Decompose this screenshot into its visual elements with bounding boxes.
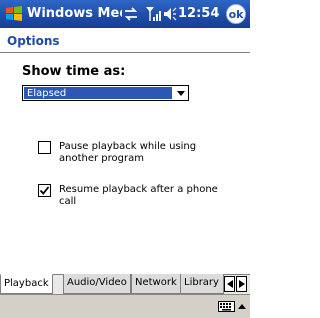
signal-icon[interactable] (145, 5, 161, 22)
app-title: Windows Medi (27, 6, 122, 21)
show-time-dropdown[interactable]: Elapsed (22, 85, 189, 101)
resume-playback-label: Resume playback after a phone call (59, 184, 218, 207)
title-bar: Windows Medi 12:54 ok (0, 0, 250, 28)
volume-icon[interactable] (163, 7, 177, 21)
tab-library[interactable]: Library (180, 274, 224, 294)
resume-playback-option[interactable]: Resume playback after a phone call (38, 184, 234, 208)
keyboard-icon[interactable] (218, 299, 235, 314)
show-time-selected-value[interactable]: Elapsed (24, 87, 172, 99)
tab-bar: Playback Audio/Video Network Library (0, 274, 250, 294)
page-title: Options (7, 34, 60, 48)
windows-logo-icon[interactable] (5, 5, 23, 23)
pause-playback-label: Pause playback while using another progr… (59, 141, 197, 164)
header-divider (0, 52, 250, 53)
ok-button[interactable]: ok (226, 4, 246, 24)
pause-playback-option[interactable]: Pause playback while using another progr… (38, 141, 234, 165)
chevron-up-icon[interactable] (237, 299, 247, 314)
tab-scroll-left-icon[interactable] (224, 276, 235, 292)
show-time-label: Show time as: (22, 64, 126, 79)
chevron-down-icon[interactable] (173, 86, 188, 100)
tab-audio-video[interactable]: Audio/Video (63, 274, 131, 294)
clock[interactable]: 12:54 (178, 6, 219, 21)
checkmark-icon (39, 186, 50, 195)
command-bar (0, 294, 250, 318)
tab-playback[interactable]: Playback (0, 274, 53, 294)
resume-playback-checkbox[interactable] (38, 184, 51, 197)
tab-scroll-right-icon[interactable] (236, 276, 247, 292)
tab-network[interactable]: Network (131, 274, 181, 294)
pause-playback-checkbox[interactable] (38, 141, 51, 154)
sync-icon[interactable] (123, 6, 139, 22)
